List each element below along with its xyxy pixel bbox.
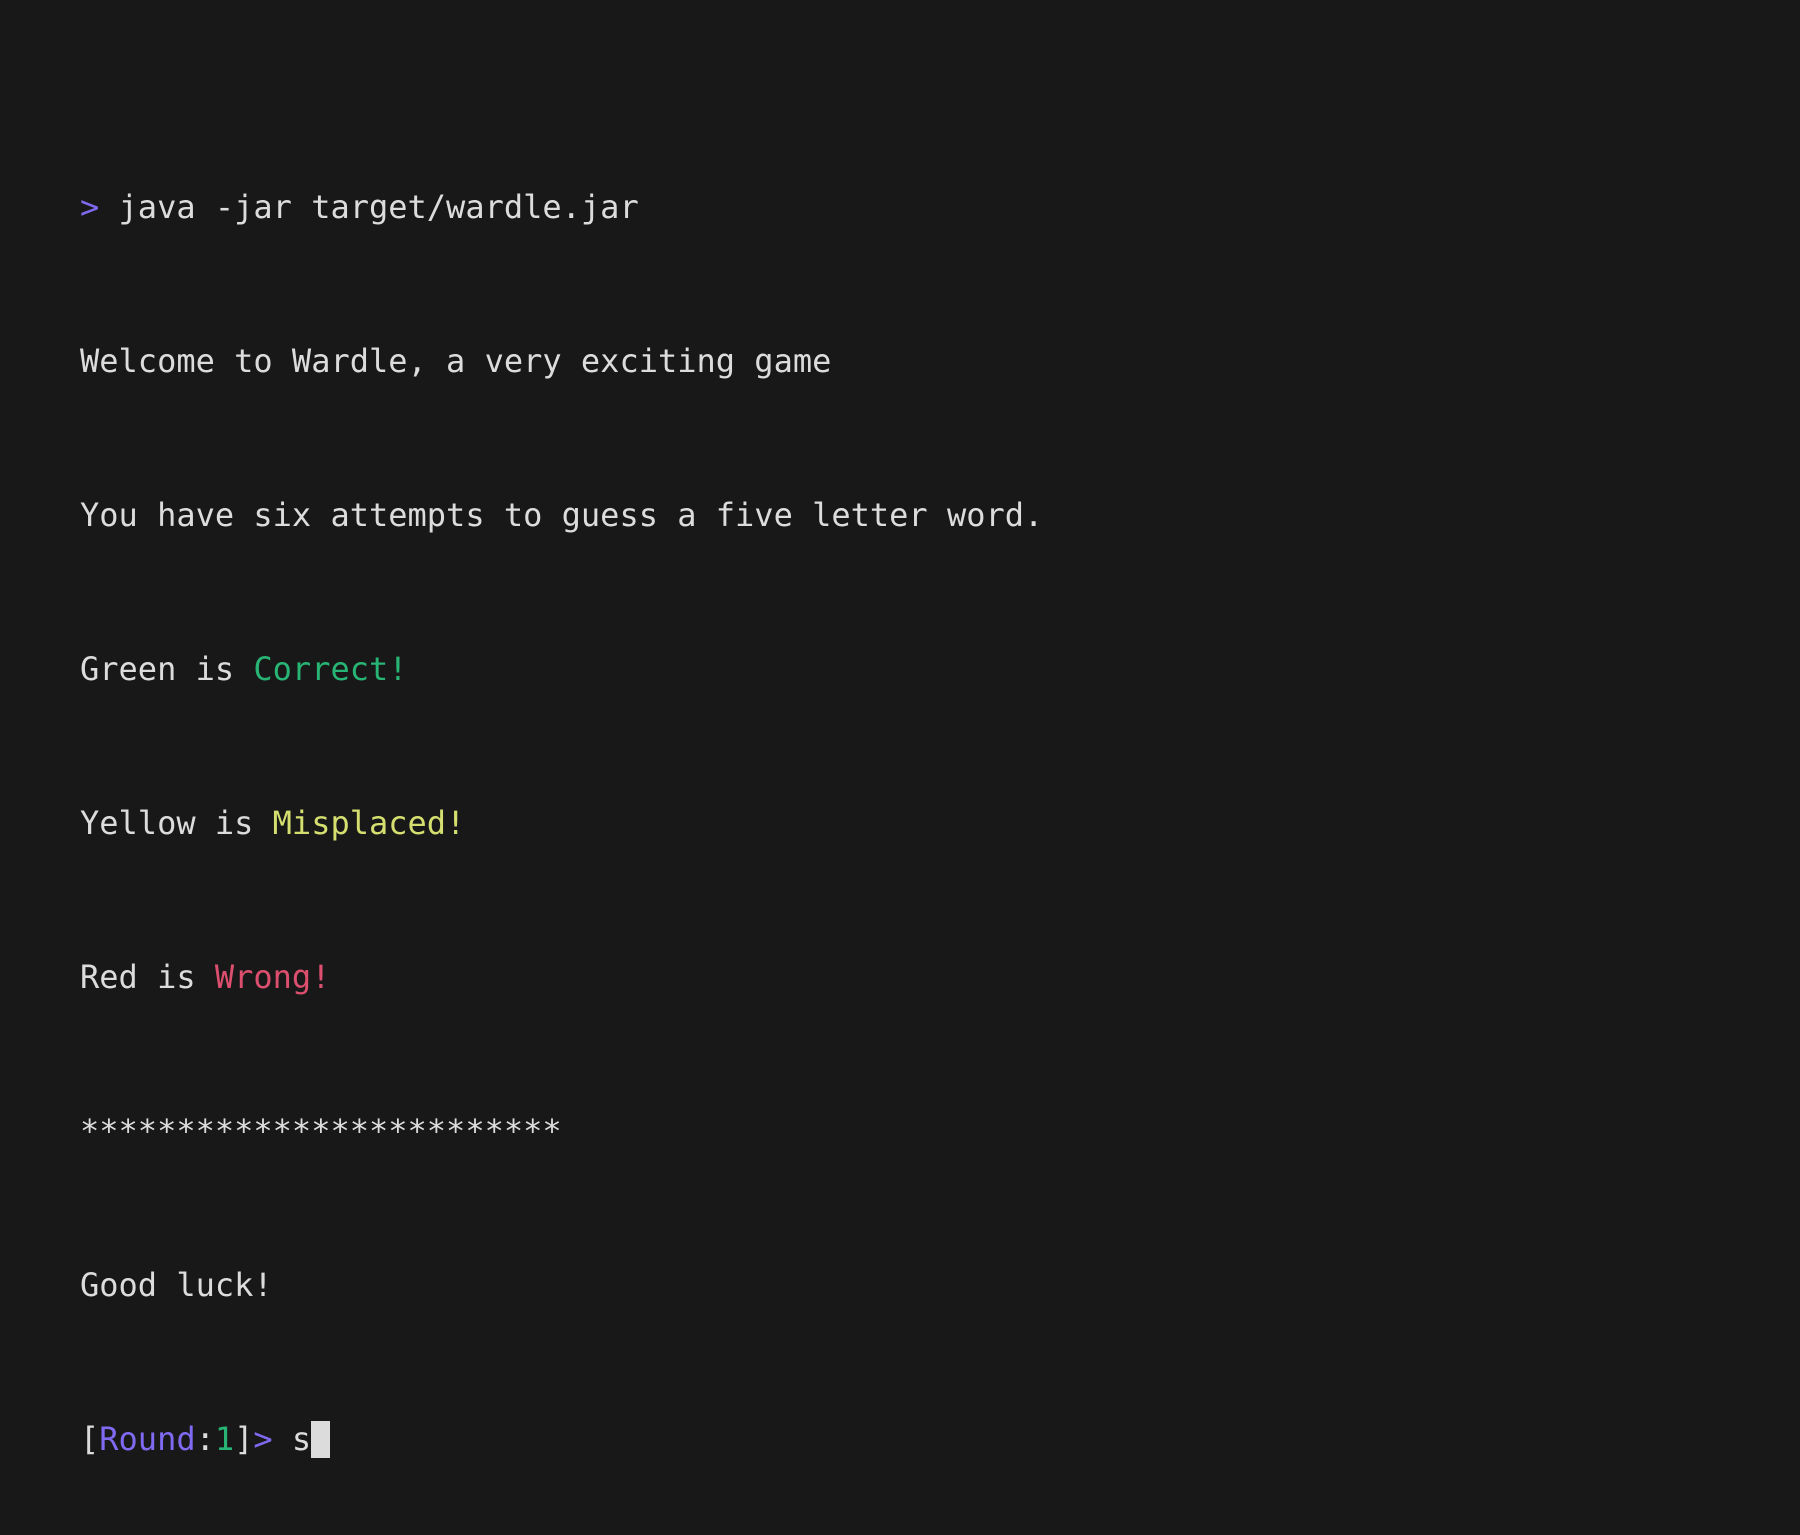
text-cursor [311,1420,331,1458]
round-prompt-arrow: > [253,1419,273,1458]
legend-misplaced-word: Misplaced! [272,803,466,842]
welcome-line: Welcome to Wardle, a very exciting game [80,341,832,380]
command-text: java -jar target/wardle.jar [118,187,639,226]
terminal-window[interactable]: > java -jar target/wardle.jar Welcome to… [80,72,1760,1458]
guess-input-text[interactable]: s [292,1420,311,1458]
legend-correct-line: Green is Correct! [80,650,1760,689]
good-luck-line: Good luck! [80,1265,273,1304]
round-close-bracket: ] [234,1419,254,1458]
legend-correct-word: Correct! [253,649,408,688]
legend-correct-prefix: Green is [80,649,254,688]
round-open-bracket: [ [80,1419,100,1458]
legend-wrong-prefix: Red is [80,957,215,996]
legend-wrong-word: Wrong! [214,957,331,996]
rules-line: You have six attempts to guess a five le… [80,495,1044,534]
round-colon: : [195,1419,215,1458]
legend-wrong-line: Red is Wrong! [80,958,1760,997]
separator-line: ************************* [80,1111,562,1150]
round-prompt-line[interactable]: [Round:1]> s [80,1420,1760,1459]
round-label: Round [99,1419,196,1458]
legend-misplaced-prefix: Yellow is [80,803,273,842]
legend-misplaced-line: Yellow is Misplaced! [80,804,1760,843]
shell-prompt-symbol: > [80,187,100,226]
round-number: 1 [214,1419,235,1458]
command-line: > java -jar target/wardle.jar [80,188,1760,227]
